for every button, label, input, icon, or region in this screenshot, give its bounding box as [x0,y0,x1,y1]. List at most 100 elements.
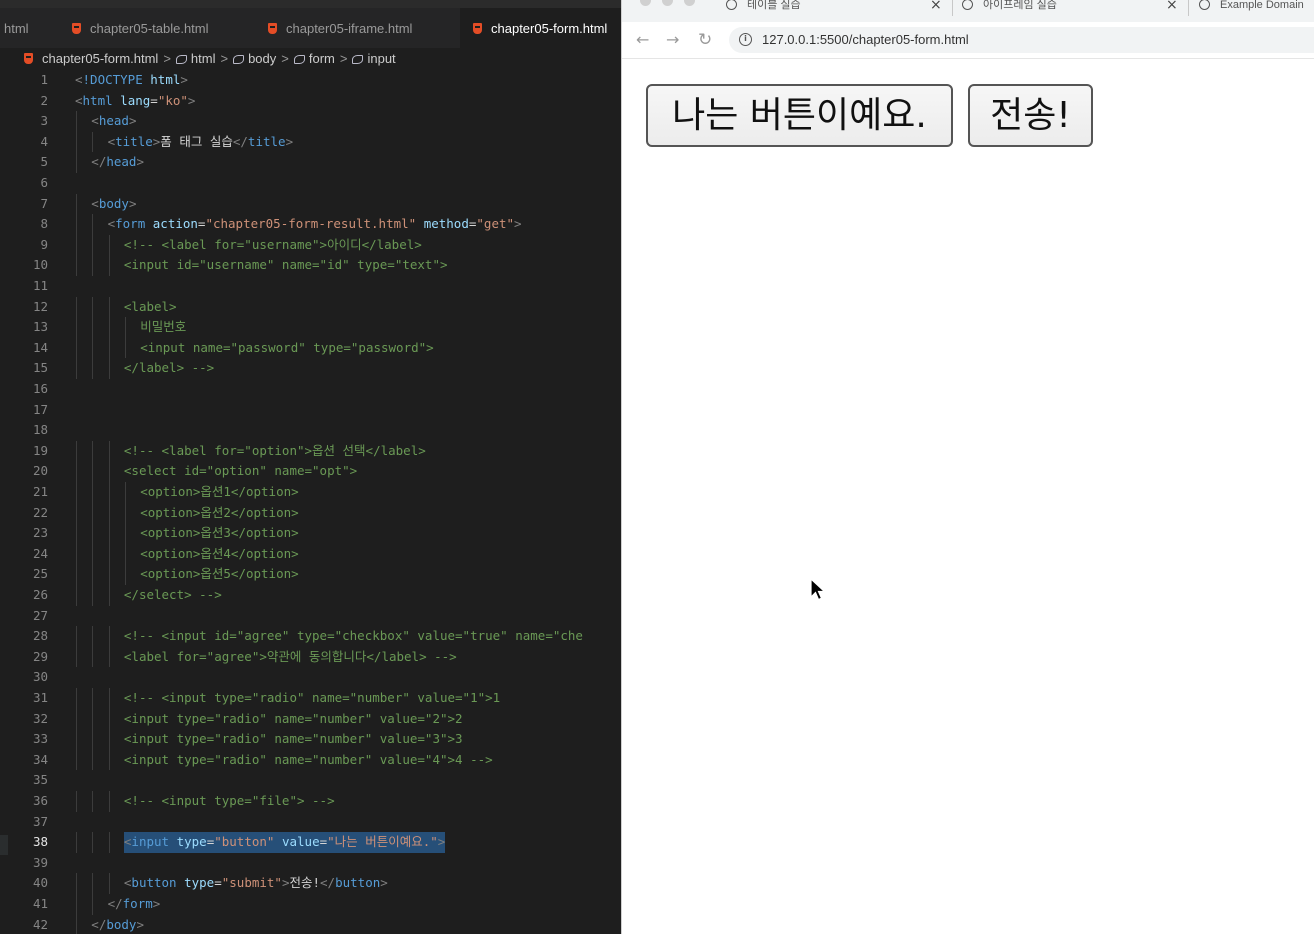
code-text: <!DOCTYPE html> [75,72,188,87]
line-number: 24 [32,545,48,561]
code-line[interactable]: 16 [0,379,621,400]
indent-guide [108,729,110,750]
code-line[interactable]: 4 <title>폼 태그 실습</title> [0,131,621,153]
indent-guide [92,482,94,503]
editor-tab-iframe[interactable]: chapter05-iframe.html [268,8,412,48]
html-file-icon [24,53,33,64]
code-line[interactable]: 5 </head> [0,152,621,173]
code-text: <label for="agree">약관에 동의합니다</label> --> [123,648,457,664]
code-text: <input type="radio" name="number" value=… [123,751,493,767]
code-line[interactable]: 6 [0,173,621,194]
indent-guide [108,296,110,318]
browser-tab-table[interactable]: 테이블 실습 [726,0,926,17]
indent-guide [76,502,77,524]
code-line[interactable]: 34 <input type="radio" name="number" valu… [0,749,621,771]
code-line[interactable]: 39 [0,853,621,874]
code-line[interactable]: 25 <option>옵션5</option> [0,564,621,585]
close-icon[interactable]: × [930,0,942,13]
breadcrumb-item-file[interactable]: chapter05-form.html [42,51,158,66]
browser-tab-iframe[interactable]: 아이프레임 실습 [962,0,1162,17]
address-bar[interactable]: i 127.0.0.1:5500/chapter05-form.html [729,27,1314,53]
code-line[interactable]: 10 <input id="username" name="id" type="t… [0,255,621,276]
code-text: </form> [107,896,161,911]
code-line[interactable]: 11 [0,276,621,297]
breadcrumb-item-body[interactable]: body [248,51,276,66]
editor-tab-html[interactable]: html [4,8,29,48]
code-line[interactable]: 12 <label> [0,296,621,318]
code-line[interactable]: 27 [0,606,621,627]
code-line[interactable]: 20 <select id="option" name="opt"> [0,461,621,482]
indent-guide [92,749,94,771]
code-line[interactable]: 9 <!-- <label for="username">아이디</label> [0,234,621,256]
editor-tab-form[interactable]: chapter05-form.html [460,8,621,48]
globe-icon [1199,0,1210,10]
element-icon [175,55,187,64]
forward-icon[interactable]: → [666,31,679,49]
indent-guide [108,523,110,544]
code-text: <option>옵션2</option> [140,504,299,520]
indent-guide [92,502,94,524]
code-line[interactable]: 14 <input name="password" type="password"… [0,337,621,359]
code-line[interactable]: 29 <label for="agree">약관에 동의합니다</label> -… [0,646,621,668]
code-line[interactable]: 19 <!-- <label for="option">옵션 선택</label> [0,440,621,462]
window-close-dot[interactable] [640,0,651,6]
code-line[interactable]: 3 <head> [0,111,621,132]
code-line[interactable]: 38 <input type="button" value="나는 버튼이예요."… [0,832,621,853]
indent-guide [108,791,110,812]
code-line[interactable]: 40 <button type="submit">전송!</button> [0,873,621,894]
code-line[interactable]: 35 [0,770,621,791]
reload-icon[interactable]: ↻ [698,31,712,49]
code-line[interactable]: 42 </body> [0,914,621,934]
code-line[interactable]: 41 </form> [0,894,621,915]
code-line[interactable]: 13 비밀번호 [0,317,621,338]
code-line[interactable]: 26 </select> --> [0,585,621,606]
code-line[interactable]: 8 <form action="chapter05-form-result.htm… [0,214,621,235]
code-line[interactable]: 32 <input type="radio" name="number" valu… [0,708,621,730]
line-number: 18 [32,422,48,438]
code-line[interactable]: 28 <!-- <input id="agree" type="checkbox"… [0,626,621,647]
editor-tab-table[interactable]: chapter05-table.html [72,8,209,48]
editor-tab-label: chapter05-iframe.html [286,21,413,36]
code-line[interactable]: 37 [0,812,621,833]
code-line[interactable]: 15 </label> --> [0,358,621,379]
code-line[interactable]: 7 <body> [0,193,621,215]
indent-guide [76,543,77,565]
code-text: <option>옵션3</option> [140,525,299,541]
code-line[interactable]: 22 <option>옵션2</option> [0,502,621,524]
window-minimize-dot[interactable] [662,0,673,6]
breadcrumb-item-html[interactable]: html [191,51,216,66]
url-text[interactable]: 127.0.0.1:5500/chapter05-form.html [762,27,969,53]
breadcrumb-item-form[interactable]: form [309,51,335,66]
indent-guide [76,461,77,482]
code-line[interactable]: 21 <option>옵션1</option> [0,482,621,503]
indent-guide [108,626,110,647]
code-line[interactable]: 31 <!-- <input type="radio" name="number"… [0,688,621,709]
code-line[interactable]: 23 <option>옵션3</option> [0,523,621,544]
code-line[interactable]: 1 <!DOCTYPE html> [0,70,621,91]
element-icon [352,55,364,64]
code-line[interactable]: 24 <option>옵션4</option> [0,543,621,565]
code-line[interactable]: 36 <!-- <input type="file"> --> [0,791,621,812]
line-number: 41 [32,896,48,911]
code-line[interactable]: 33 <input type="radio" name="number" valu… [0,729,621,750]
indent-guide [108,337,110,359]
submit-button[interactable]: 전송! [968,84,1093,147]
line-number: 22 [32,504,48,520]
breadcrumb-item-input[interactable]: input [367,51,395,66]
code-line[interactable]: 18 [0,420,621,441]
indent-guide [76,234,77,256]
code-line[interactable]: 30 [0,667,621,688]
site-info-icon[interactable]: i [739,33,752,46]
indent-guide [92,214,94,235]
window-zoom-dot[interactable] [684,0,695,6]
code-text: <head> [91,113,137,129]
close-icon[interactable]: × [1166,0,1178,13]
page-button[interactable] [646,84,953,147]
code-line[interactable]: 2 <html lang="ko"> [0,91,621,112]
code-editor[interactable]: html chapter05-table.html chapter05-ifra… [0,0,621,934]
browser-tab-example[interactable]: Example Domain [1199,0,1314,17]
code-line[interactable]: 17 [0,400,621,421]
indent-guide [108,358,110,379]
line-number: 35 [32,772,48,788]
back-icon[interactable]: ← [636,31,649,49]
